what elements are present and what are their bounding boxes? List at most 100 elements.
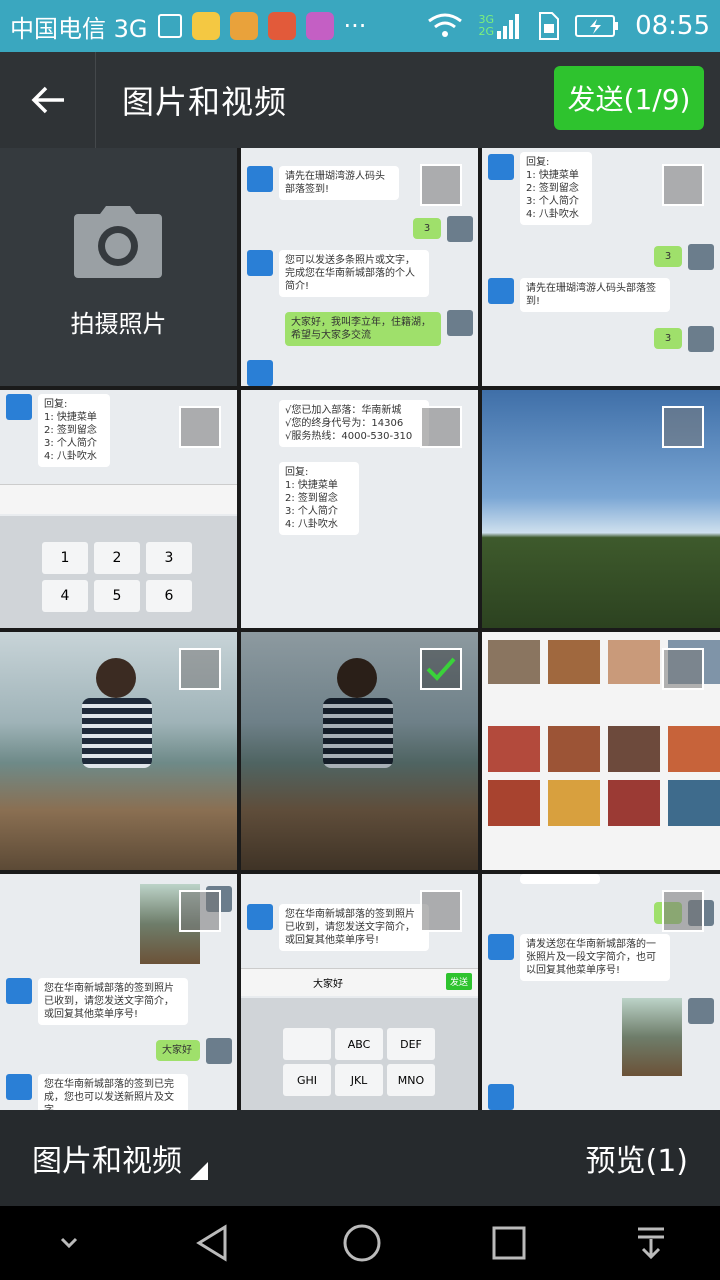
star-avatar-icon — [488, 934, 514, 960]
media-thumb-photo-2[interactable] — [241, 632, 478, 870]
key[interactable]: MNO — [387, 1064, 435, 1096]
chat-bubble: 3 — [413, 218, 441, 239]
notification-pull-icon[interactable] — [636, 1225, 666, 1261]
check-icon — [426, 657, 456, 681]
chat-bubble — [520, 874, 600, 884]
media-thumb-landscape[interactable] — [482, 390, 720, 628]
system-nav-bar — [0, 1206, 720, 1280]
sogou-notification-icon — [267, 12, 296, 40]
clock: 08:55 — [635, 11, 710, 41]
select-checkbox-checked[interactable] — [420, 648, 462, 690]
chat-bubble: 大家好，我叫李立年，住籍湖，希望与大家多交流 — [285, 312, 441, 346]
chrome-notification-icon — [229, 12, 258, 40]
app-thumb — [548, 726, 600, 772]
carrier-label: 中国电信 3G — [10, 14, 148, 43]
gallery-notification-icon — [157, 14, 182, 38]
media-thumb-photo-1[interactable] — [0, 632, 237, 870]
chat-bubble: 3 — [654, 246, 682, 267]
mini-send-button: 发送 — [445, 973, 472, 990]
app-thumb — [488, 640, 540, 684]
person-figure — [337, 658, 377, 698]
star-avatar-icon — [6, 394, 32, 420]
key[interactable] — [283, 1028, 331, 1060]
user-avatar-icon — [688, 326, 714, 352]
home-icon[interactable] — [342, 1223, 382, 1263]
key[interactable]: ABC — [335, 1028, 383, 1060]
key[interactable]: JKL — [335, 1064, 383, 1096]
star-avatar-icon — [6, 978, 32, 1004]
person-shirt — [323, 698, 393, 768]
status-bar: 中国电信 3G ··· 3G 2G 08:55 — [0, 0, 720, 52]
album-selector[interactable]: 图片和视频 — [32, 1136, 208, 1180]
star-avatar-icon — [247, 904, 273, 930]
chat-bubble: 您在华南新城部落的签到照片已收到，请您发送文字简介，或回复其他菜单序号! — [38, 978, 188, 1025]
star-avatar-icon — [247, 250, 273, 276]
media-thumb-chat-2[interactable]: 回复: 1: 快捷菜单 2: 签到留念 3: 个人简介 4: 八卦吹水 3 请先… — [482, 148, 720, 386]
key[interactable]: 4 — [42, 580, 88, 612]
select-checkbox[interactable] — [179, 406, 221, 448]
page-title: 图片和视频 — [122, 83, 288, 121]
back-arrow-icon — [31, 86, 64, 114]
key[interactable]: DEF — [387, 1028, 435, 1060]
star-avatar-icon — [488, 154, 514, 180]
chat-bubble: 回复: 1: 快捷菜单 2: 签到留念 3: 个人简介 4: 八卦吹水 — [279, 462, 359, 535]
chat-bubble: 回复: 1: 快捷菜单 2: 签到留念 3: 个人简介 4: 八卦吹水 — [38, 394, 110, 467]
user-avatar-icon — [206, 1038, 232, 1064]
app-thumb — [488, 726, 540, 772]
chat-bubble: 大家好 — [156, 1040, 200, 1061]
t9-keyboard: ABC DEF GHI JKL MNO — [241, 998, 478, 1110]
person-shirt — [82, 698, 152, 768]
chat-bubble: 您可以发送多条照片或文字，完成您在华南新城部落的个人简介! — [279, 250, 429, 297]
select-checkbox[interactable] — [420, 890, 462, 932]
key[interactable]: 6 — [146, 580, 192, 612]
app-thumb — [668, 780, 720, 826]
media-thumb-app-grid[interactable] — [482, 632, 720, 870]
select-checkbox[interactable] — [420, 406, 462, 448]
key[interactable]: 3 — [146, 542, 192, 574]
back-icon[interactable] — [193, 1223, 233, 1263]
take-photo-label: 拍摄照片 — [70, 310, 167, 338]
take-photo-tile[interactable]: 拍摄照片 — [0, 148, 237, 386]
app-notification-icon — [191, 12, 220, 40]
select-checkbox[interactable] — [179, 648, 221, 690]
media-thumb-chat-5[interactable]: 请发送您在华南新城部落的一张照片及一段文字简介，也可以回复其他菜单序号! — [482, 874, 720, 1110]
media-thumb-chat-3[interactable]: √您已加入部落：华南新城 √您的终身代号为：14306 √服务热线：4000-5… — [241, 390, 478, 628]
chat-bubble: 您在华南新城部落的签到照片已收到，请您发送文字简介，或回复其他菜单序号! — [279, 904, 429, 951]
select-checkbox[interactable] — [179, 890, 221, 932]
star-avatar-icon — [247, 166, 273, 192]
chat-bubble: √您已加入部落：华南新城 √您的终身代号为：14306 √服务热线：4000-5… — [279, 400, 429, 447]
bottom-bar: 图片和视频 预览(1) — [0, 1110, 720, 1206]
album-label: 图片和视频 — [32, 1144, 182, 1179]
media-thumb-keyboard-2[interactable]: 您在华南新城部落的签到照片已收到，请您发送文字简介，或回复其他菜单序号! 大家好… — [241, 874, 478, 1110]
media-thumb-keyboard-1[interactable]: 回复: 1: 快捷菜单 2: 签到留念 3: 个人简介 4: 八卦吹水 1 2 … — [0, 390, 237, 628]
star-avatar-icon — [488, 278, 514, 304]
chat-bubble: 您在华南新城部落的签到已完成，您也可以发送新照片及文字 — [38, 1074, 188, 1110]
select-checkbox[interactable] — [662, 406, 704, 448]
key[interactable]: 5 — [94, 580, 140, 612]
input-bar — [0, 484, 237, 514]
back-button[interactable] — [0, 52, 96, 148]
key[interactable]: 1 — [42, 542, 88, 574]
camera-icon — [74, 206, 162, 278]
media-thumb-chat-4[interactable]: 您在华南新城部落的签到照片已收到，请您发送文字简介，或回复其他菜单序号! 大家好… — [0, 874, 237, 1110]
dropdown-triangle-icon — [190, 1162, 208, 1180]
input-text: 大家好 — [313, 979, 343, 990]
user-avatar-icon — [447, 310, 473, 336]
select-checkbox[interactable] — [662, 890, 704, 932]
hide-nav-icon[interactable] — [54, 1231, 84, 1255]
app-thumb — [668, 726, 720, 772]
recents-icon[interactable] — [491, 1225, 527, 1261]
app-thumb — [608, 780, 660, 826]
keyboard: 1 2 3 4 5 6 — [0, 516, 237, 628]
key[interactable]: 2 — [94, 542, 140, 574]
select-checkbox[interactable] — [420, 164, 462, 206]
wifi-icon — [427, 13, 462, 37]
select-checkbox[interactable] — [662, 648, 704, 690]
media-thumb-chat-1[interactable]: 请先在珊瑚湾游人码头部落签到! 3 您可以发送多条照片或文字，完成您在华南新城部… — [241, 148, 478, 386]
app-thumb — [548, 780, 600, 826]
key[interactable]: GHI — [283, 1064, 331, 1096]
select-checkbox[interactable] — [662, 164, 704, 206]
battery-icon — [575, 15, 619, 37]
preview-button[interactable]: 预览(1) — [586, 1136, 689, 1180]
send-button[interactable]: 发送(1/9) — [554, 66, 704, 130]
